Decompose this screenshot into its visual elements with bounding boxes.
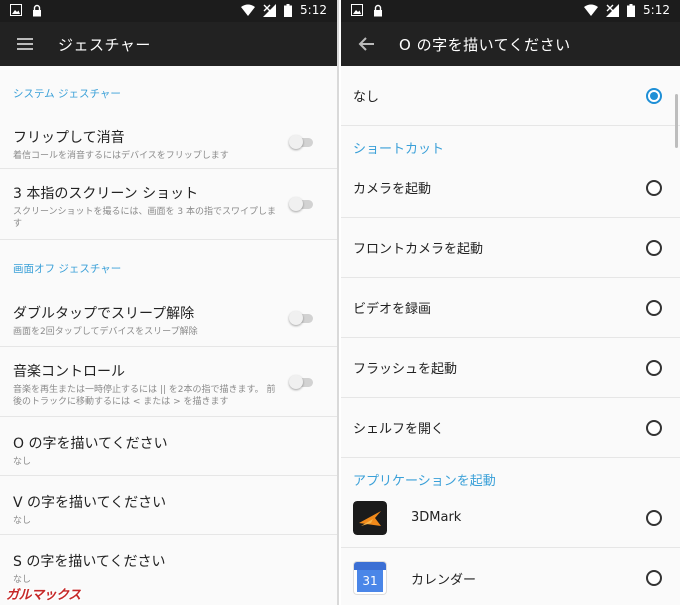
option-none[interactable]: なし	[341, 66, 680, 126]
status-bar: 5:12	[341, 0, 680, 22]
setting-subtitle: 音楽を再生または一時停止するには || を2本の指で描きます。 前後のトラックに…	[13, 385, 276, 407]
app-bar: O の字を描いてください	[341, 22, 680, 66]
radio-unselected[interactable]	[646, 179, 662, 196]
option-label: カメラを起動	[353, 182, 432, 197]
section-header-system: システム ジェスチャー	[13, 88, 121, 100]
option-shortcut[interactable]: カメラを起動	[341, 158, 680, 218]
clock: 5:12	[300, 3, 327, 17]
option-shortcut[interactable]: シェルフを開く	[341, 398, 680, 458]
draw-o-screen: 5:12 O の字を描いてください なし ショートカット カメラを起動 フロント…	[341, 0, 680, 605]
radio-unselected[interactable]	[646, 570, 662, 586]
wifi-icon	[241, 4, 256, 16]
image-notification-icon	[10, 4, 22, 16]
radio-unselected[interactable]	[646, 509, 662, 526]
music-control-toggle[interactable]	[289, 375, 315, 389]
lock-icon	[374, 4, 382, 17]
battery-icon	[627, 3, 636, 17]
wifi-icon	[584, 4, 599, 16]
setting-title: O の字を描いてください	[13, 436, 168, 452]
setting-title: 音楽コントロール	[13, 364, 125, 380]
setting-subtitle: 画面を2回タップしてデバイスをスリープ解除	[13, 327, 198, 337]
three-finger-screenshot-toggle[interactable]	[289, 197, 315, 211]
gestures-screen: 5:12 ジェスチャー システム ジェスチャー フリップして消音 着信コールを消…	[0, 0, 339, 605]
calendar-date: 31	[357, 570, 383, 592]
radio-unselected[interactable]	[646, 299, 662, 316]
status-bar: 5:12	[0, 0, 337, 22]
option-label: フラッシュを起動	[353, 362, 458, 377]
setting-subtitle: 着信コールを消音するにはデバイスをフリップします	[13, 151, 229, 161]
option-shortcut[interactable]: フラッシュを起動	[341, 338, 680, 398]
scrollbar[interactable]	[675, 94, 678, 148]
option-label: なし	[353, 90, 380, 105]
option-label: フロントカメラを起動	[353, 242, 484, 257]
setting-title: S の字を描いてください	[13, 554, 166, 570]
page-title: O の字を描いてください	[399, 35, 571, 54]
setting-draw-o[interactable]: O の字を描いてください なし	[0, 417, 337, 476]
setting-title: 3 本指のスクリーン ショット	[13, 186, 199, 202]
setting-subtitle: スクリーンショットを撮るには、画面を 3 本の指でスワイプします	[13, 207, 276, 229]
radio-selected[interactable]	[646, 87, 662, 104]
radio-unselected[interactable]	[646, 419, 662, 436]
app-label: カレンダー	[411, 572, 477, 588]
setting-music-control[interactable]: 音楽コントロール 音楽を再生または一時停止するには || を2本の指で描きます。…	[0, 347, 337, 417]
double-tap-wake-toggle[interactable]	[289, 311, 315, 325]
section-header-launch-app: アプリケーションを起動	[353, 474, 496, 489]
lock-icon	[33, 4, 41, 17]
option-app-3dmark[interactable]: 3DMark	[341, 488, 680, 548]
calendar-app-icon: 31	[353, 561, 387, 595]
section-header-shortcut: ショートカット	[353, 142, 445, 157]
setting-three-finger-screenshot[interactable]: 3 本指のスクリーン ショット スクリーンショットを撮るには、画面を 3 本の指…	[0, 169, 337, 240]
watermark-logo: ガルマックス	[6, 588, 81, 603]
setting-title: ダブルタップでスリープ解除	[13, 306, 195, 322]
flip-to-mute-toggle[interactable]	[289, 135, 315, 149]
radio-unselected[interactable]	[646, 359, 662, 376]
app-label: 3DMark	[411, 510, 462, 525]
menu-button[interactable]	[0, 22, 50, 66]
clock: 5:12	[643, 3, 670, 17]
battery-icon	[284, 3, 293, 17]
back-button[interactable]	[341, 22, 391, 66]
section-header-screen-off: 画面オフ ジェスチャー	[13, 263, 122, 275]
signal-off-icon	[606, 3, 620, 17]
signal-off-icon	[263, 3, 277, 17]
setting-title: フリップして消音	[13, 130, 125, 146]
setting-double-tap-wake[interactable]: ダブルタップでスリープ解除 画面を2回タップしてデバイスをスリープ解除	[0, 285, 337, 347]
setting-title: V の字を描いてください	[13, 495, 167, 511]
option-shortcut[interactable]: フロントカメラを起動	[341, 218, 680, 278]
setting-flip-to-mute[interactable]: フリップして消音 着信コールを消音するにはデバイスをフリップします	[0, 111, 337, 169]
back-arrow-icon	[358, 37, 374, 51]
setting-draw-v[interactable]: V の字を描いてください なし	[0, 476, 337, 535]
option-label: シェルフを開く	[353, 422, 445, 437]
setting-subtitle: なし	[13, 457, 32, 467]
setting-subtitle: なし	[13, 516, 32, 526]
app-bar: ジェスチャー	[0, 22, 337, 66]
hamburger-menu-icon	[17, 38, 33, 50]
radio-unselected[interactable]	[646, 239, 662, 256]
3dmark-app-icon	[353, 500, 387, 535]
option-label: ビデオを録画	[353, 302, 432, 317]
image-notification-icon	[351, 4, 363, 16]
page-title: ジェスチャー	[58, 35, 151, 54]
option-app-calendar[interactable]: 31 カレンダー	[341, 548, 680, 605]
option-shortcut[interactable]: ビデオを録画	[341, 278, 680, 338]
